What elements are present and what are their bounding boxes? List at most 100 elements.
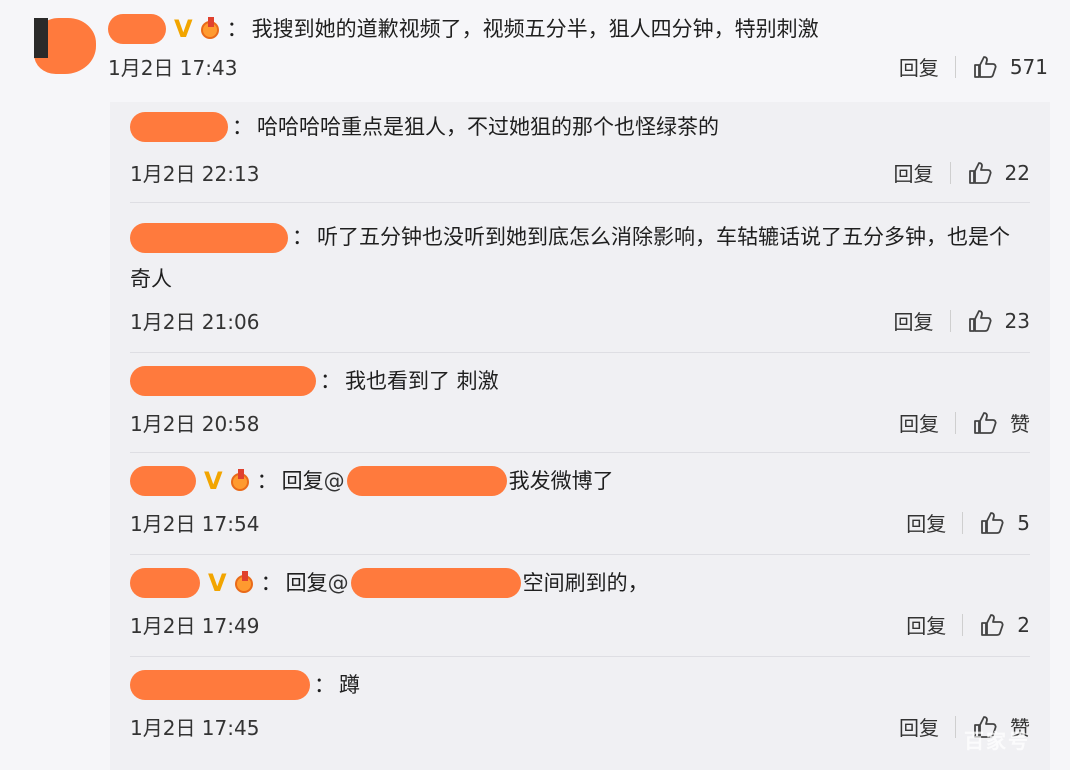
reply-text: 哈哈哈哈重点是狙人，不过她狙的那个也怪绿茶的 xyxy=(257,115,719,139)
action-divider xyxy=(955,715,956,738)
reply-meta: 1月2日 17:54 回复 5 xyxy=(130,508,1030,537)
like-count[interactable]: 571 xyxy=(1010,55,1048,79)
redacted-username[interactable] xyxy=(130,112,228,142)
reply-button[interactable]: 回复 xyxy=(899,408,939,437)
colon: ： xyxy=(314,673,335,697)
timestamp: 1月2日 17:43 xyxy=(108,56,238,80)
divider xyxy=(130,202,1030,203)
like-count[interactable]: 2 xyxy=(1017,613,1030,637)
comment-actions: 回复 571 xyxy=(899,52,1048,81)
reply-meta: 1月2日 21:06 回复 23 xyxy=(130,306,1030,335)
medal-icon xyxy=(233,571,257,595)
reply-text: 空间刷到的， xyxy=(522,571,649,595)
action-divider xyxy=(954,55,956,78)
reply-button[interactable]: 回复 xyxy=(894,158,934,187)
timestamp: 1月2日 22:13 xyxy=(130,162,260,186)
reply-item: ： 哈哈哈哈重点是狙人，不过她狙的那个也怪绿茶的 1月2日 22:13 回复 2… xyxy=(110,110,1050,187)
redacted-username[interactable] xyxy=(130,466,196,496)
action-divider xyxy=(949,309,951,332)
reply-line: V ： 回复 @ 我发微博了 xyxy=(130,464,1030,498)
reply-button[interactable]: 回复 xyxy=(894,306,934,335)
redacted-username[interactable] xyxy=(130,366,316,396)
main-comment-line: V ： 我搜到她的道歉视频了，视频五分半，狙人四分钟，特别刺激 xyxy=(108,12,1048,46)
timestamp: 1月2日 17:45 xyxy=(130,716,260,740)
redacted-username[interactable] xyxy=(130,223,288,253)
like-icon[interactable] xyxy=(967,308,993,334)
reply-meta: 1月2日 20:58 回复 赞 xyxy=(130,408,1030,437)
medal-icon xyxy=(229,469,253,493)
reply-button[interactable]: 回复 xyxy=(906,508,946,537)
like-count[interactable]: 22 xyxy=(1005,161,1030,185)
like-icon[interactable] xyxy=(979,612,1005,638)
redacted-username[interactable] xyxy=(108,14,166,44)
reply-item: V ： 回复 @ 我发微博了 1月2日 17:54 回复 5 xyxy=(110,464,1050,537)
reply-button[interactable]: 回复 xyxy=(899,712,939,741)
reply-line: ： 我也看到了 刺激 xyxy=(130,364,1030,398)
reply-actions: 回复 2 xyxy=(906,610,1030,639)
main-comment: V ： 我搜到她的道歉视频了，视频五分半，狙人四分钟，特别刺激 1月2日 17:… xyxy=(108,12,1048,81)
verified-v-badge: V xyxy=(204,467,223,495)
timestamp: 1月2日 21:06 xyxy=(130,310,260,334)
timestamp: 1月2日 20:58 xyxy=(130,412,260,436)
reply-line: V ： 回复 @ 空间刷到的， xyxy=(130,566,1030,600)
verified-v-badge: V xyxy=(208,569,227,597)
reply-text: 我也看到了 刺激 xyxy=(345,369,499,393)
like-icon[interactable] xyxy=(972,410,998,436)
mention-at[interactable]: @ xyxy=(328,566,349,600)
reply-item: ：听了五分钟也没听到她到底怎么消除影响，车轱辘话说了五分多钟，也是个奇人 1月2… xyxy=(110,216,1050,335)
reply-item: V ： 回复 @ 空间刷到的， 1月2日 17:49 回复 2 xyxy=(110,566,1050,639)
reply-meta: 1月2日 17:45 回复 赞 xyxy=(130,712,1030,741)
reply-meta: 1月2日 22:13 回复 22 xyxy=(130,158,1030,187)
timestamp: 1月2日 17:49 xyxy=(130,614,260,638)
reply-actions: 回复 23 xyxy=(894,306,1030,335)
reply-line: ： 哈哈哈哈重点是狙人，不过她狙的那个也怪绿茶的 xyxy=(130,110,1030,144)
reply-prefix: 回复 xyxy=(281,469,324,493)
action-divider xyxy=(962,511,964,534)
redacted-username[interactable] xyxy=(130,670,310,700)
timestamp: 1月2日 17:54 xyxy=(130,512,260,536)
colon: ： xyxy=(226,17,248,41)
like-icon[interactable] xyxy=(972,54,998,80)
like-label[interactable]: 赞 xyxy=(1010,408,1030,437)
reply-line: ：听了五分钟也没听到她到底怎么消除影响，车轱辘话说了五分多钟，也是个奇人 xyxy=(130,216,1030,300)
redacted-username[interactable] xyxy=(130,568,200,598)
reply-button[interactable]: 回复 xyxy=(906,610,946,639)
redacted-mention[interactable] xyxy=(350,568,521,598)
reply-button[interactable]: 回复 xyxy=(899,52,939,81)
like-count[interactable]: 23 xyxy=(1005,309,1030,333)
reply-meta: 1月2日 17:49 回复 2 xyxy=(130,610,1030,639)
reply-text: 蹲 xyxy=(339,673,360,697)
divider xyxy=(130,554,1030,555)
reply-actions: 回复 5 xyxy=(906,508,1030,537)
colon: ： xyxy=(260,571,282,595)
colon: ： xyxy=(292,225,313,249)
medal-icon xyxy=(199,17,223,41)
comment-text: 我搜到她的道歉视频了，视频五分半，狙人四分钟，特别刺激 xyxy=(251,17,819,41)
redacted-mention[interactable] xyxy=(346,466,507,496)
like-count[interactable]: 5 xyxy=(1017,511,1030,535)
reply-actions: 回复 赞 xyxy=(899,408,1030,437)
divider xyxy=(130,352,1030,353)
action-divider xyxy=(962,613,964,636)
divider xyxy=(130,452,1030,453)
replies-panel: ： 哈哈哈哈重点是狙人，不过她狙的那个也怪绿茶的 1月2日 22:13 回复 2… xyxy=(110,102,1050,770)
reply-line: ： 蹲 xyxy=(130,668,1030,702)
like-icon[interactable] xyxy=(967,160,993,186)
watermark: 百家号 xyxy=(964,729,1030,753)
verified-v-badge: V xyxy=(174,15,193,43)
action-divider xyxy=(955,411,956,434)
divider xyxy=(130,656,1030,657)
reply-prefix: 回复 xyxy=(285,571,328,595)
reply-actions: 回复 22 xyxy=(894,158,1030,187)
mention-at[interactable]: @ xyxy=(324,464,345,498)
reply-item: ： 我也看到了 刺激 1月2日 20:58 回复 赞 xyxy=(110,364,1050,437)
colon: ： xyxy=(320,369,341,393)
like-icon[interactable] xyxy=(979,510,1005,536)
main-comment-meta: 1月2日 17:43 回复 571 xyxy=(108,52,1048,81)
action-divider xyxy=(949,161,951,184)
reply-item: ： 蹲 1月2日 17:45 回复 赞 xyxy=(110,668,1050,741)
colon: ： xyxy=(256,469,278,493)
avatar-edge xyxy=(34,18,48,58)
reply-text: 我发微博了 xyxy=(508,469,614,493)
colon: ： xyxy=(232,115,253,139)
